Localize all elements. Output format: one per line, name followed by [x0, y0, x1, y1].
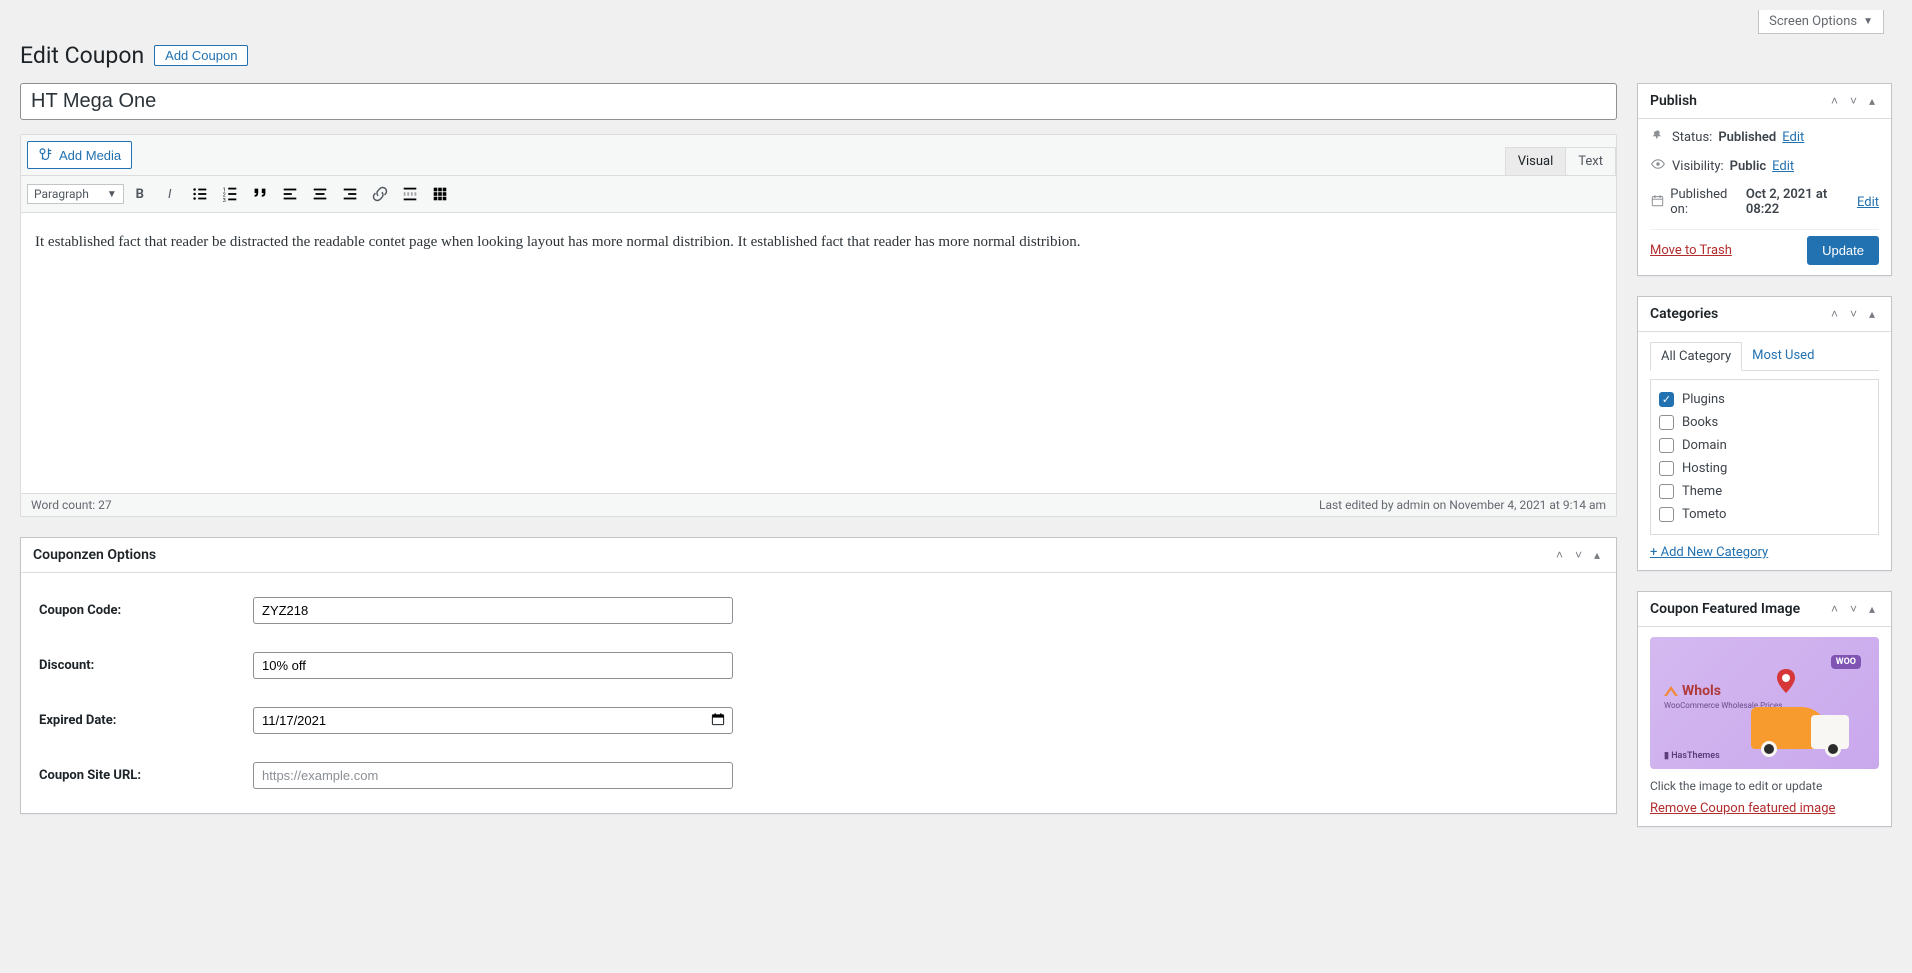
- visibility-label: Visibility:: [1672, 159, 1724, 174]
- category-label: Domain: [1682, 438, 1727, 453]
- category-item[interactable]: ✓ Plugins: [1659, 388, 1870, 411]
- coupon-code-input[interactable]: [253, 597, 733, 624]
- site-url-input[interactable]: [253, 762, 733, 789]
- checkbox-icon[interactable]: ✓: [1659, 392, 1674, 407]
- panel-toggle-icon[interactable]: ▴: [1865, 305, 1879, 323]
- published-on-label: Published on:: [1670, 187, 1740, 217]
- add-media-button[interactable]: Add Media: [27, 141, 132, 169]
- category-label: Books: [1682, 415, 1718, 430]
- featured-image[interactable]: WOO Whols WooCommerce Wholesale Prices ▮…: [1650, 637, 1879, 769]
- category-item[interactable]: Tometo: [1659, 503, 1870, 526]
- add-media-label: Add Media: [59, 148, 121, 163]
- panel-up-icon[interactable]: ˄: [1827, 305, 1842, 323]
- remove-featured-link[interactable]: Remove Coupon featured image: [1650, 801, 1835, 816]
- word-count: Word count: 27: [31, 498, 112, 512]
- discount-input[interactable]: [253, 652, 733, 679]
- add-coupon-button[interactable]: Add Coupon: [154, 45, 248, 66]
- checkbox-icon[interactable]: [1659, 484, 1674, 499]
- panel-toggle-icon[interactable]: ▴: [1590, 546, 1604, 564]
- coupon-code-label: Coupon Code:: [33, 603, 253, 618]
- featured-hint: Click the image to edit or update: [1650, 779, 1879, 793]
- site-url-label: Coupon Site URL:: [33, 768, 253, 783]
- page-title: Edit Coupon: [20, 42, 144, 69]
- align-center-button[interactable]: [306, 180, 334, 208]
- add-category-link[interactable]: + Add New Category: [1650, 545, 1768, 560]
- category-label: Tometo: [1682, 507, 1726, 522]
- panel-down-icon[interactable]: ˅: [1846, 92, 1861, 110]
- featured-brand: Whols: [1664, 683, 1721, 699]
- category-item[interactable]: Hosting: [1659, 457, 1870, 480]
- featured-heading: Coupon Featured Image: [1650, 601, 1800, 617]
- panel-toggle-icon[interactable]: ▴: [1865, 600, 1879, 618]
- panel-up-icon[interactable]: ˄: [1827, 92, 1842, 110]
- checkbox-icon[interactable]: [1659, 415, 1674, 430]
- bullet-list-button[interactable]: [186, 180, 214, 208]
- screen-options-label: Screen Options: [1769, 14, 1857, 29]
- blockquote-button[interactable]: [246, 180, 274, 208]
- panel-up-icon[interactable]: ˄: [1827, 600, 1842, 618]
- options-heading: Couponzen Options: [33, 547, 156, 563]
- panel-down-icon[interactable]: ˅: [1846, 305, 1861, 323]
- checkbox-icon[interactable]: [1659, 461, 1674, 476]
- category-label: Theme: [1682, 484, 1722, 499]
- discount-label: Discount:: [33, 658, 253, 673]
- truck-illustration: [1751, 689, 1871, 759]
- last-edited: Last edited by admin on November 4, 2021…: [1319, 498, 1606, 512]
- expired-date-input[interactable]: [253, 707, 733, 734]
- caret-down-icon: ▼: [107, 189, 117, 200]
- link-button[interactable]: [366, 180, 394, 208]
- numbered-list-button[interactable]: 123: [216, 180, 244, 208]
- status-edit-link[interactable]: Edit: [1782, 130, 1804, 145]
- checkbox-icon[interactable]: [1659, 507, 1674, 522]
- visibility-value: Public: [1730, 159, 1766, 174]
- align-right-button[interactable]: [336, 180, 364, 208]
- category-label: Hosting: [1682, 461, 1727, 476]
- content-editor: Add Media Visual Text Paragraph ▼ B I: [20, 134, 1617, 517]
- format-select-label: Paragraph: [34, 187, 89, 201]
- coupon-title-input[interactable]: [20, 83, 1617, 120]
- checkbox-icon[interactable]: [1659, 438, 1674, 453]
- read-more-button[interactable]: [396, 180, 424, 208]
- category-item[interactable]: Books: [1659, 411, 1870, 434]
- toolbar-toggle-button[interactable]: [426, 180, 454, 208]
- category-item[interactable]: Domain: [1659, 434, 1870, 457]
- editor-body[interactable]: It established fact that reader be distr…: [21, 213, 1616, 493]
- categories-heading: Categories: [1650, 306, 1718, 322]
- svg-text:3: 3: [223, 198, 226, 203]
- editor-tab-visual[interactable]: Visual: [1505, 147, 1567, 175]
- update-button[interactable]: Update: [1807, 236, 1879, 265]
- category-label: Plugins: [1682, 392, 1725, 407]
- panel-down-icon[interactable]: ˅: [1846, 600, 1861, 618]
- woo-badge: WOO: [1831, 655, 1861, 669]
- bold-button[interactable]: B: [126, 180, 154, 208]
- published-on-edit-link[interactable]: Edit: [1857, 195, 1879, 210]
- expired-label: Expired Date:: [33, 713, 253, 728]
- eye-icon: [1650, 157, 1666, 175]
- status-label: Status:: [1672, 130, 1712, 145]
- featured-footer-brand: ▮ HasThemes: [1664, 751, 1720, 761]
- caret-down-icon: ▼: [1863, 16, 1873, 27]
- move-to-trash-link[interactable]: Move to Trash: [1650, 243, 1732, 258]
- category-tab-most-used[interactable]: Most Used: [1742, 342, 1824, 370]
- panel-down-icon[interactable]: ˅: [1571, 546, 1586, 564]
- panel-up-icon[interactable]: ˄: [1552, 546, 1567, 564]
- format-select[interactable]: Paragraph ▼: [27, 184, 124, 204]
- calendar-icon: [1650, 194, 1664, 211]
- category-item[interactable]: Theme: [1659, 480, 1870, 503]
- pin-icon: [1650, 129, 1666, 145]
- category-tab-all[interactable]: All Category: [1650, 342, 1742, 371]
- editor-tab-text[interactable]: Text: [1565, 147, 1616, 175]
- media-icon: [38, 146, 53, 164]
- align-left-button[interactable]: [276, 180, 304, 208]
- panel-toggle-icon[interactable]: ▴: [1865, 92, 1879, 110]
- status-value: Published: [1718, 130, 1776, 145]
- italic-button[interactable]: I: [156, 180, 184, 208]
- screen-options-toggle[interactable]: Screen Options ▼: [1758, 10, 1884, 34]
- published-on-value: Oct 2, 2021 at 08:22: [1746, 187, 1851, 217]
- visibility-edit-link[interactable]: Edit: [1772, 159, 1794, 174]
- publish-heading: Publish: [1650, 93, 1697, 109]
